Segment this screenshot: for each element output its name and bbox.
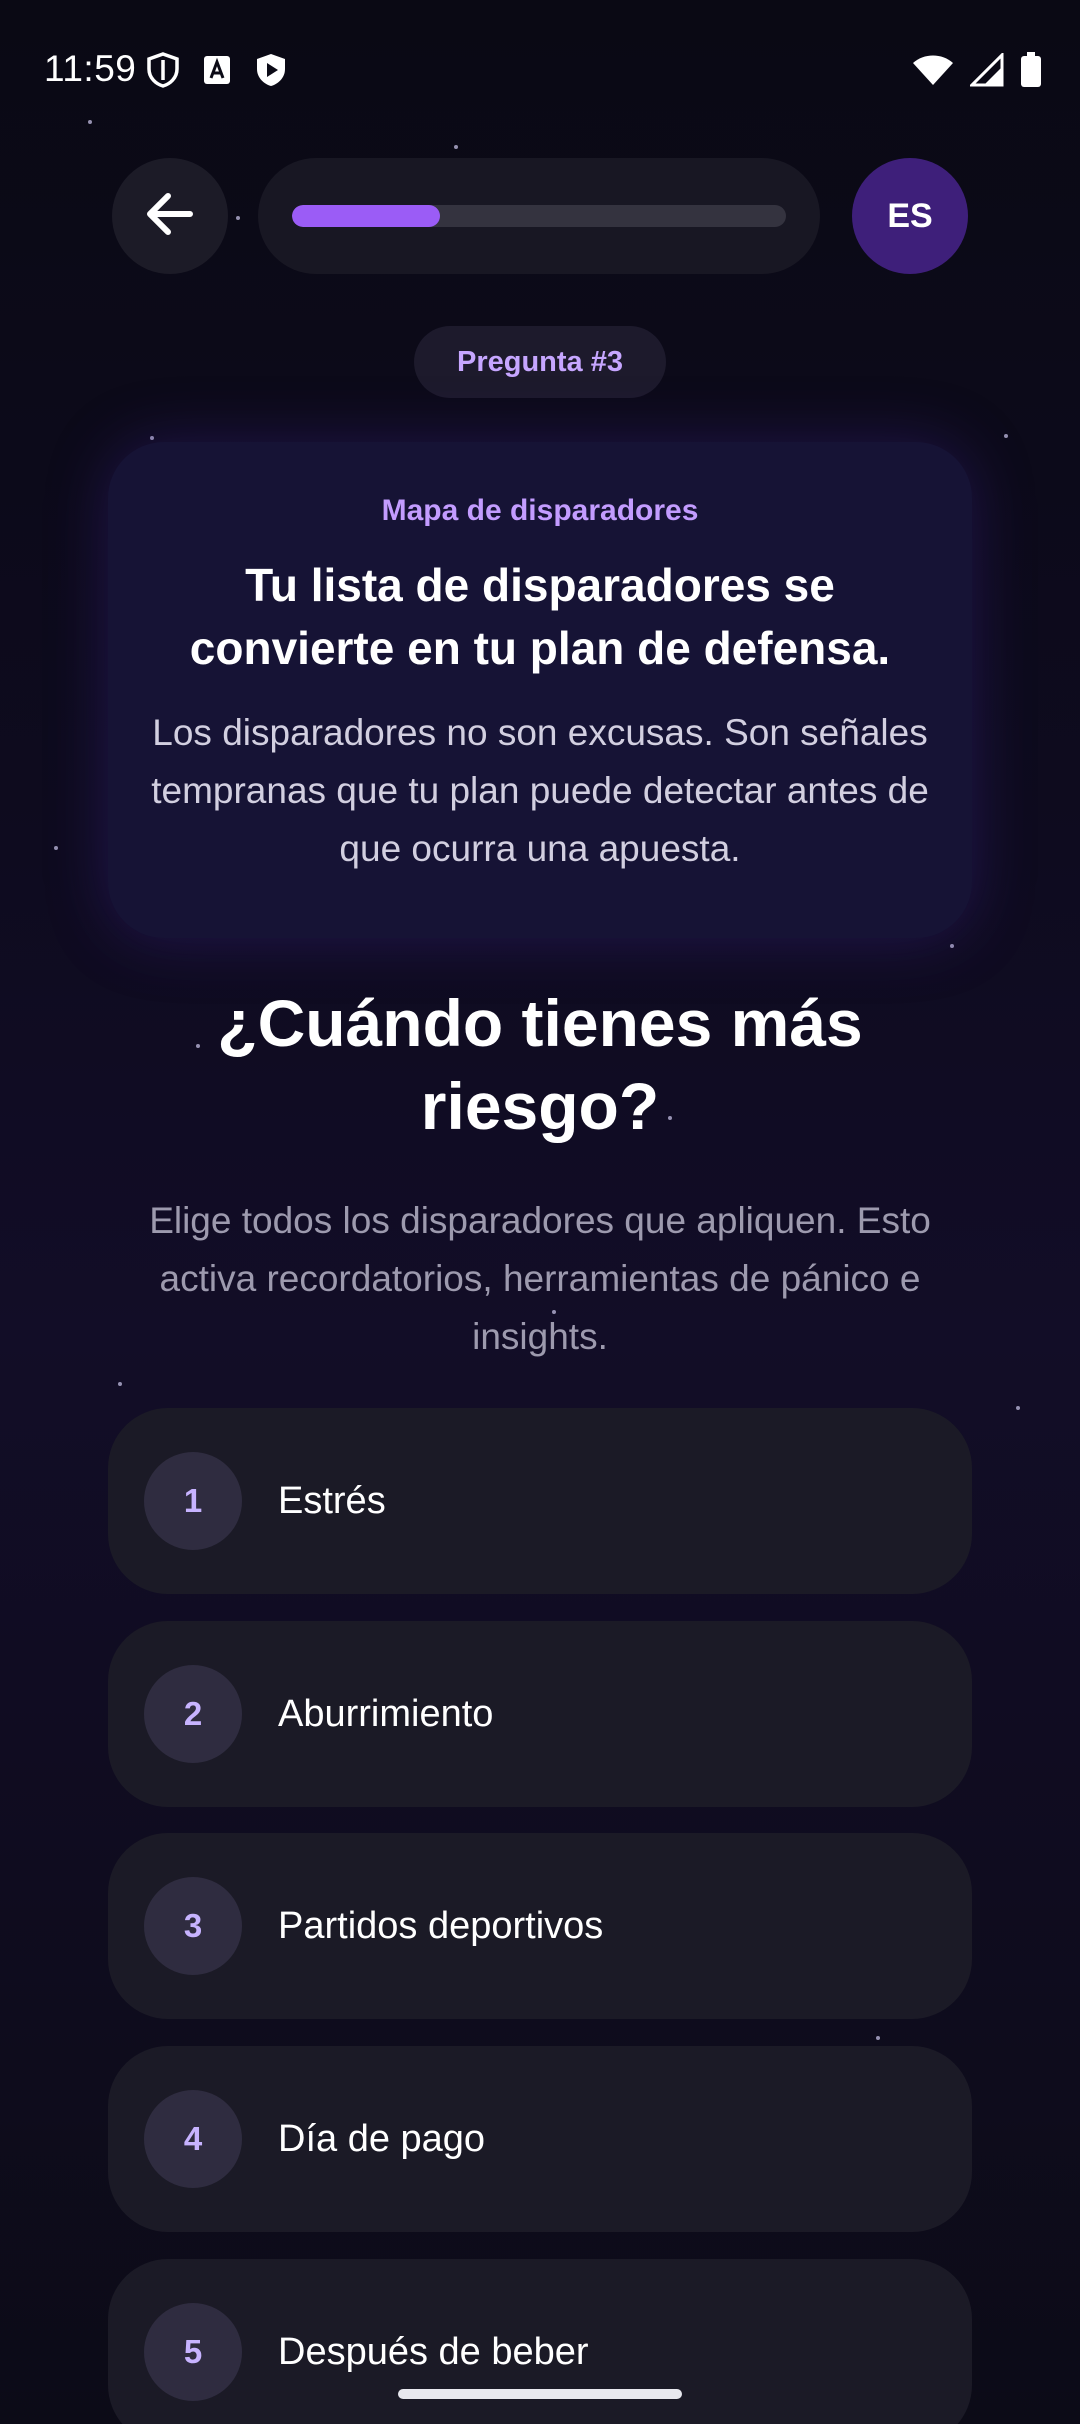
info-card: Mapa de disparadores Tu lista de dispara… — [108, 442, 972, 938]
option-label: Estrés — [278, 1479, 386, 1522]
language-button[interactable]: ES — [852, 158, 968, 274]
option-number: 2 — [144, 1665, 242, 1763]
option-sports-matches[interactable]: 3 Partidos deportivos — [108, 1833, 972, 2019]
question-title: ¿Cuándo tienes más riesgo? — [217, 986, 863, 1143]
option-payday[interactable]: 4 Día de pago — [108, 2046, 972, 2232]
shield-icon — [146, 52, 180, 93]
battery-icon — [1020, 52, 1042, 93]
option-after-drinking[interactable]: 5 Después de beber — [108, 2259, 972, 2424]
option-label: Partidos deportivos — [278, 1904, 604, 1947]
status-right-icons — [912, 51, 1042, 93]
progress-indicator — [258, 158, 820, 274]
option-stress[interactable]: 1 Estrés — [108, 1408, 972, 1594]
signal-icon — [968, 51, 1004, 92]
option-number: 3 — [144, 1877, 242, 1975]
progress-track — [292, 205, 786, 227]
star-decoration — [236, 216, 240, 220]
star-decoration — [1016, 1406, 1020, 1410]
star-decoration — [454, 145, 458, 149]
option-boredom[interactable]: 2 Aburrimiento — [108, 1621, 972, 1807]
screen: 11:59 ES Pregunta #3 Mapa de disparadore… — [0, 0, 1080, 2424]
wifi-icon — [912, 54, 954, 91]
card-eyebrow: Mapa de disparadores — [381, 494, 699, 527]
status-left-icons — [146, 52, 288, 93]
status-time: 11:59 — [44, 48, 137, 89]
home-indicator[interactable] — [398, 2389, 682, 2399]
star-decoration — [876, 2036, 880, 2040]
question-subtitle: Elige todos los disparadores que aplique… — [149, 1200, 931, 1357]
card-body: Los disparadores no son excusas. Son señ… — [151, 712, 929, 869]
star-decoration — [150, 436, 154, 440]
option-label: Día de pago — [278, 2117, 486, 2160]
play-shield-icon — [254, 52, 288, 93]
option-number: 5 — [144, 2303, 242, 2401]
star-decoration — [950, 944, 954, 948]
status-bar: 11:59 — [0, 0, 1080, 140]
option-label: Después de beber — [278, 2330, 589, 2373]
star-decoration — [1004, 434, 1008, 438]
progress-fill — [292, 205, 441, 227]
back-button[interactable] — [112, 158, 228, 274]
question-number-badge: Pregunta #3 — [414, 326, 666, 398]
star-decoration — [118, 1382, 122, 1386]
card-title: Tu lista de disparadores se convierte en… — [189, 559, 891, 674]
font-icon — [202, 54, 232, 91]
star-decoration — [54, 846, 58, 850]
option-number: 1 — [144, 1452, 242, 1550]
arrow-left-icon — [146, 192, 194, 241]
option-number: 4 — [144, 2090, 242, 2188]
option-label: Aburrimiento — [278, 1692, 494, 1735]
